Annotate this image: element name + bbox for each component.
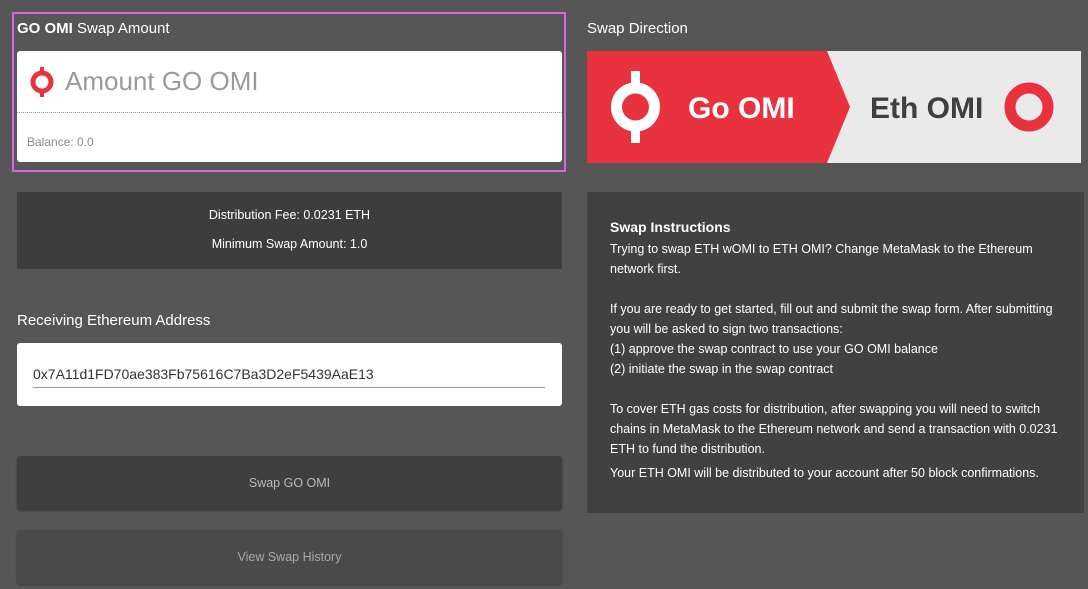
swap-instructions-panel: Swap Instructions Trying to swap ETH wOM… — [587, 192, 1084, 513]
amount-input[interactable] — [65, 63, 545, 99]
instructions-paragraph-4: Your ETH OMI will be distributed to your… — [610, 466, 1039, 480]
swap-amount-label: GO OMI Swap Amount — [17, 20, 170, 37]
go-omi-text: Go OMI — [688, 92, 795, 125]
swap-instructions-title: Swap Instructions — [610, 219, 731, 235]
minimum-swap-text: Minimum Swap Amount: 1.0 — [211, 237, 368, 251]
instructions-step-1: (1) approve the swap contract to use you… — [610, 342, 938, 356]
amount-input-row[interactable] — [17, 51, 562, 113]
swap-direction-toggle[interactable]: Go OMI Eth OMI — [587, 51, 1081, 163]
swap-amount-label-token: GO OMI — [17, 20, 73, 37]
swap-amount-card: Balance: 0.0 — [17, 51, 562, 162]
receiving-address-card — [17, 343, 562, 406]
view-swap-history-button[interactable]: View Swap History — [17, 530, 562, 584]
instructions-step-2: (2) initiate the swap in the swap contra… — [610, 362, 834, 376]
swap-amount-label-text: Swap Amount — [72, 20, 170, 37]
swap-direction-label: Swap Direction — [587, 20, 688, 37]
omi-logo-icon — [30, 67, 54, 97]
instructions-paragraph-3: To cover ETH gas costs for distribution,… — [610, 402, 1058, 456]
swap-button[interactable]: Swap GO OMI — [17, 456, 562, 510]
fee-info-box: Distribution Fee: 0.0231 ETH Minimum Swa… — [17, 192, 562, 269]
distribution-fee-text: Distribution Fee: 0.0231 ETH — [208, 208, 371, 222]
swap-page: GO OMI Swap Amount Balance: 0.0 Distribu… — [0, 0, 1088, 589]
eth-omi-text: Eth OMI — [870, 92, 983, 125]
instructions-paragraph-2: If you are ready to get started, fill ou… — [610, 302, 1053, 336]
balance-text: Balance: 0.0 — [27, 135, 94, 149]
instructions-paragraph-1: Trying to swap ETH wOMI to ETH OMI? Chan… — [610, 242, 1033, 276]
receiving-address-label: Receiving Ethereum Address — [17, 312, 211, 329]
receiving-address-input[interactable] — [33, 361, 545, 388]
